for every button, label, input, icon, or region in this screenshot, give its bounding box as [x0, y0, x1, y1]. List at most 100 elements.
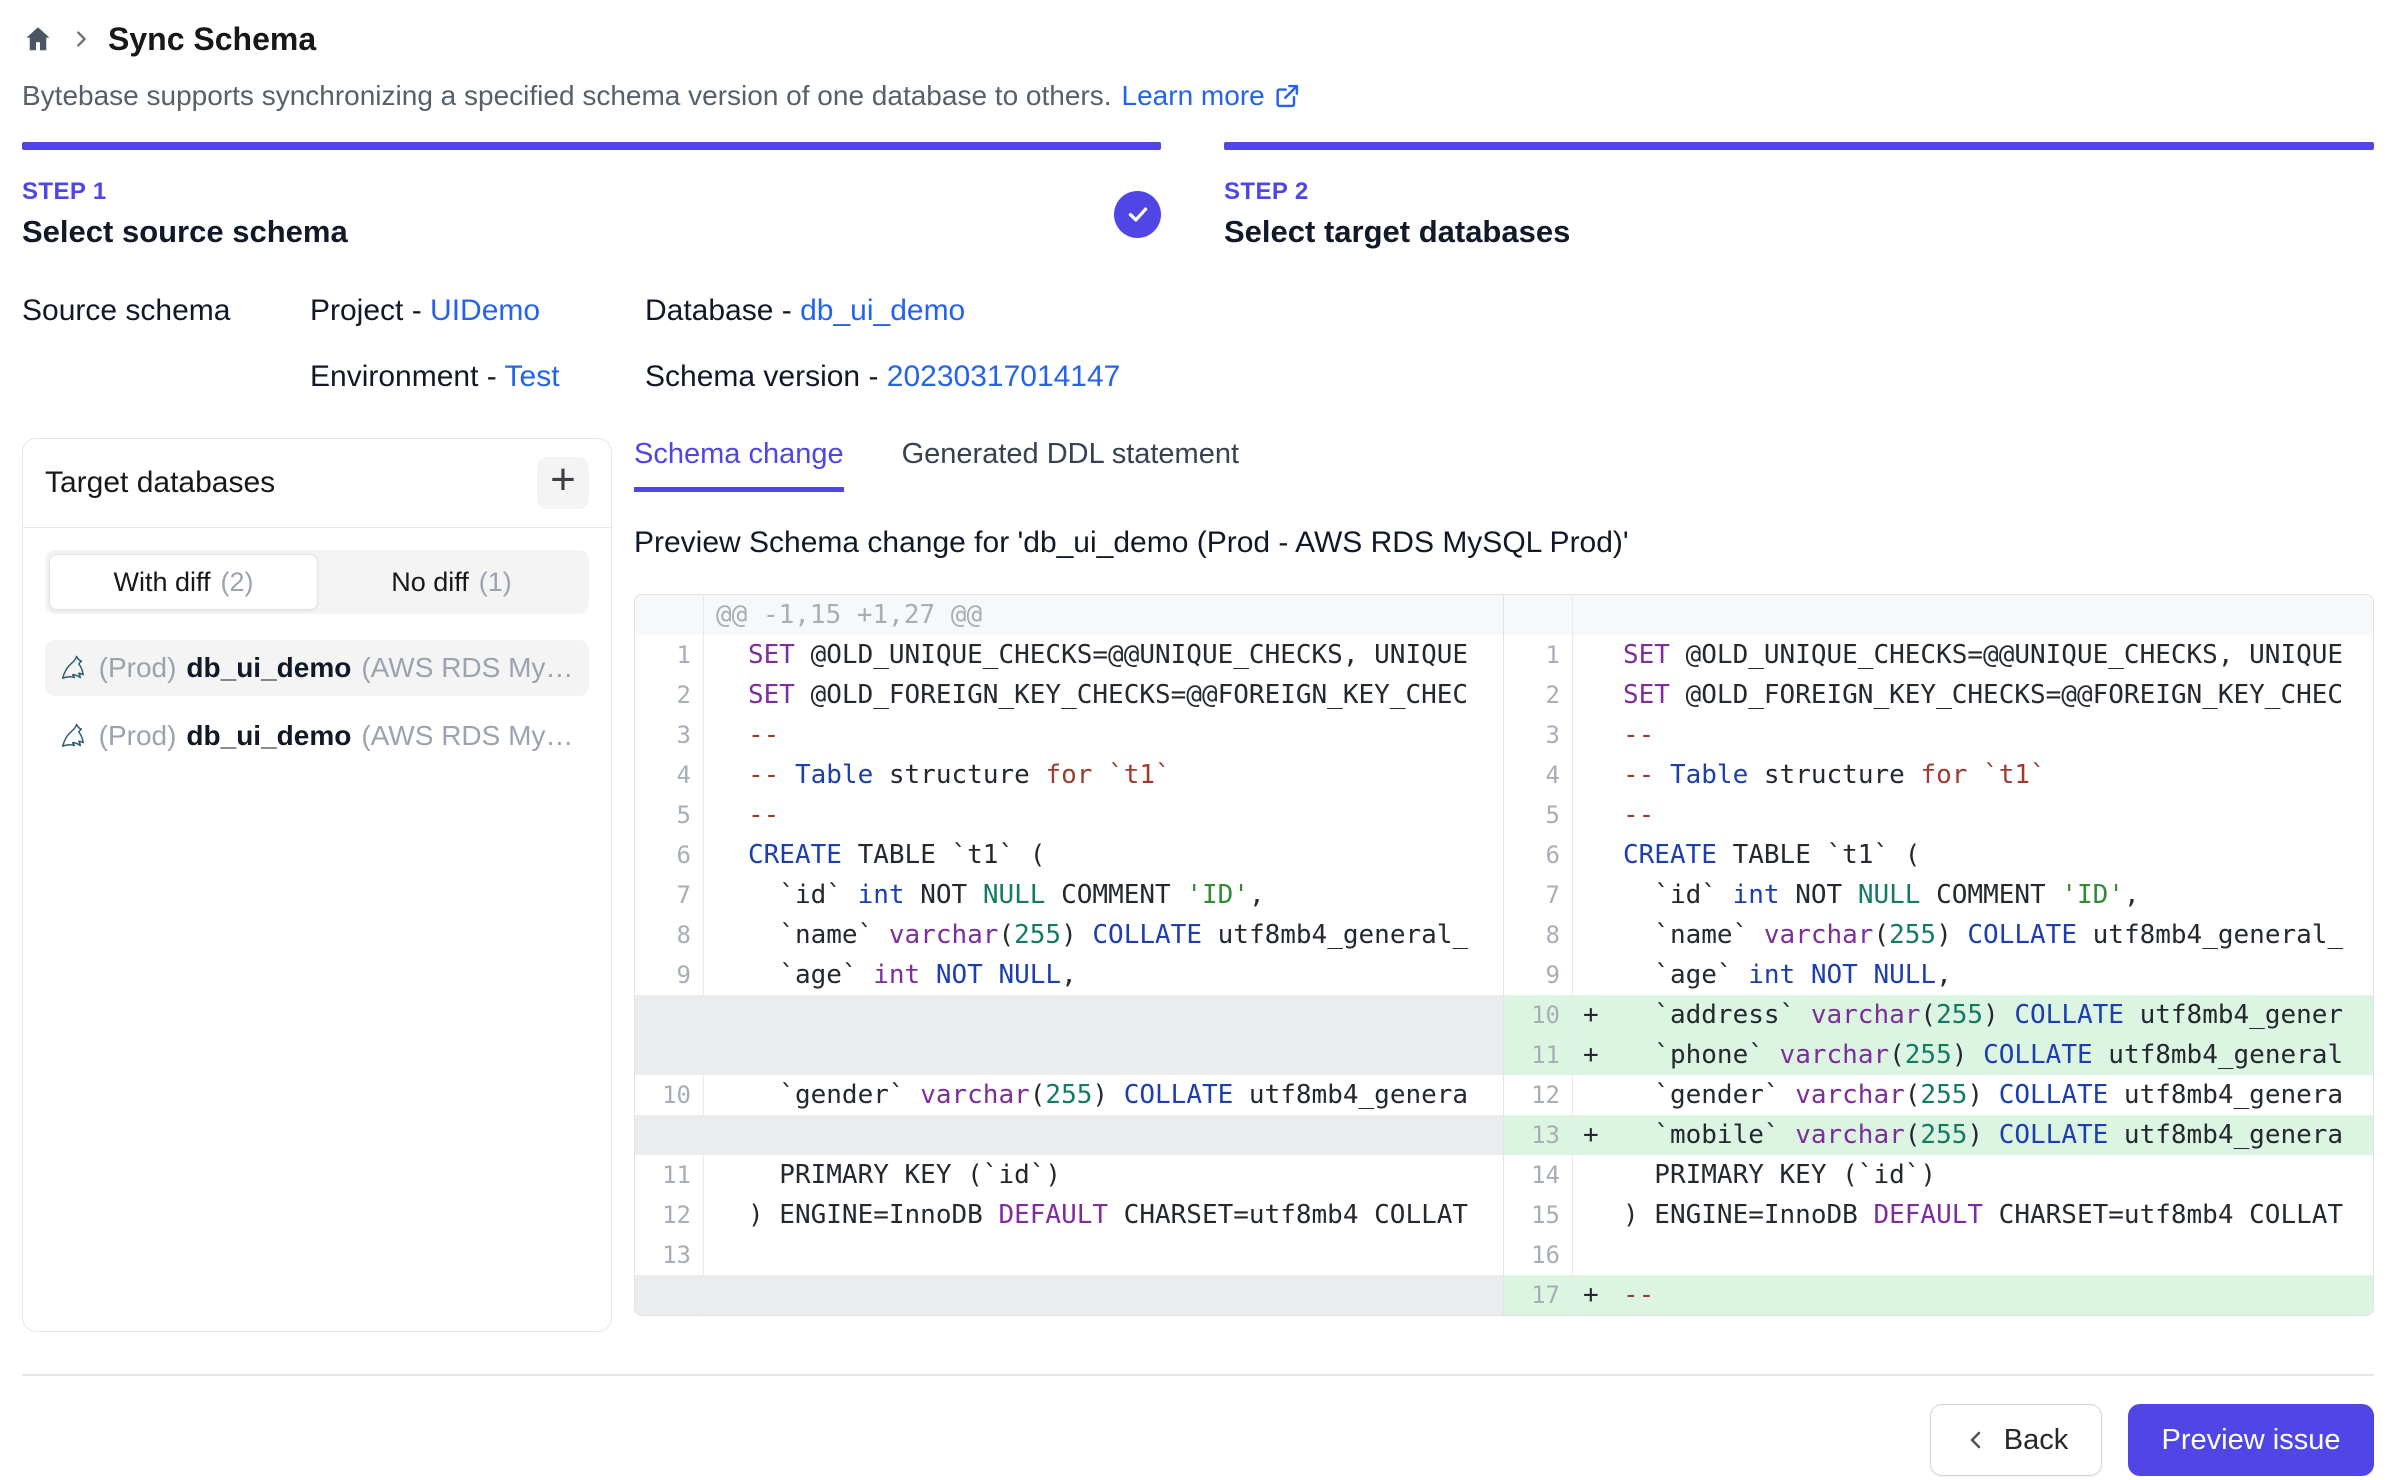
diff-code-row: 7 `id` int NOT NULL COMMENT 'ID', — [635, 875, 1503, 915]
environment-link[interactable]: Test — [505, 360, 560, 393]
target-databases-panel: Target databases + With diff (2) No diff… — [22, 438, 612, 1332]
back-button[interactable]: Back — [1930, 1404, 2102, 1476]
diff-sign — [704, 1275, 748, 1315]
step-1: STEP 1 Select source schema — [22, 142, 1161, 250]
line-number: 7 — [1504, 875, 1573, 915]
line-number: 3 — [1504, 715, 1573, 755]
diff-sign — [1573, 675, 1623, 715]
diff-code-row: 10+ `address` varchar(255) COLLATE utf8m… — [1504, 995, 2373, 1035]
code-line: SET @OLD_FOREIGN_KEY_CHECKS=@@FOREIGN_KE… — [748, 675, 1503, 715]
line-number: 15 — [1504, 1195, 1573, 1235]
learn-more-link[interactable]: Learn more — [1122, 80, 1301, 112]
code-line: -- Table structure for `t1` — [1623, 755, 2373, 795]
line-number: 6 — [1504, 835, 1573, 875]
line-number: 3 — [635, 715, 704, 755]
no-diff-label: No diff — [391, 567, 469, 598]
code-line: -- Table structure for `t1` — [748, 755, 1503, 795]
project-link[interactable]: UIDemo — [430, 294, 540, 327]
step-1-label: STEP 1 — [22, 178, 348, 206]
diff-hunk-row — [1504, 595, 2373, 635]
step-2-label: STEP 2 — [1224, 178, 1570, 206]
step-1-progress-bar — [22, 142, 1161, 150]
diff-sign — [1573, 795, 1623, 835]
line-number: 2 — [635, 675, 704, 715]
database-list-item[interactable]: (Prod) db_ui_demo (AWS RDS MyS… — [45, 640, 589, 696]
diff-code-row: 4-- Table structure for `t1` — [1504, 755, 2373, 795]
line-number — [635, 1275, 704, 1315]
code-line — [748, 1235, 1503, 1275]
line-number: 10 — [1504, 995, 1573, 1035]
learn-more-label: Learn more — [1122, 80, 1265, 112]
preview-issue-button[interactable]: Preview issue — [2128, 1404, 2374, 1476]
target-databases-title: Target databases — [45, 466, 275, 500]
diff-code-row: 13 — [635, 1235, 1503, 1275]
line-number: 13 — [635, 1235, 704, 1275]
schema-preview-section: Schema change Generated DDL statement Pr… — [634, 438, 2374, 1316]
diff-sign — [1573, 715, 1623, 755]
diff-code-row: 5-- — [1504, 795, 2373, 835]
diff-code-row: 3-- — [1504, 715, 2373, 755]
code-line: `id` int NOT NULL COMMENT 'ID', — [1623, 875, 2373, 915]
diff-code-row: 8 `name` varchar(255) COLLATE utf8mb4_ge… — [1504, 915, 2373, 955]
diff-sign — [704, 1115, 748, 1155]
diff-code-row: 12 ) ENGINE=InnoDB DEFAULT CHARSET=utf8mb… — [635, 1195, 1503, 1235]
source-environment: Environment - Test — [310, 360, 645, 394]
diff-sign — [1573, 1075, 1623, 1115]
code-line: SET @OLD_UNIQUE_CHECKS=@@UNIQUE_CHECKS, … — [748, 635, 1503, 675]
diff-sign — [704, 915, 748, 955]
tab-schema-change[interactable]: Schema change — [634, 438, 844, 492]
diff-sign — [704, 795, 748, 835]
add-target-database-button[interactable]: + — [537, 457, 589, 509]
preview-issue-label: Preview issue — [2162, 1424, 2341, 1457]
chevron-right-icon — [70, 28, 92, 50]
diff-sign: + — [1573, 1115, 1623, 1155]
hunk-header-text — [1573, 595, 2373, 635]
diff-sign — [704, 1075, 748, 1115]
line-number: 5 — [635, 795, 704, 835]
dash-separator: - — [403, 294, 430, 327]
code-line: `age` int NOT NULL, — [1623, 955, 2373, 995]
diff-code-row: 7 `id` int NOT NULL COMMENT 'ID', — [1504, 875, 2373, 915]
schema-version-link[interactable]: 20230317014147 — [887, 360, 1121, 393]
diff-sign — [1573, 1195, 1623, 1235]
step-2-progress-bar — [1224, 142, 2374, 150]
code-line: ) ENGINE=InnoDB DEFAULT CHARSET=utf8mb4 … — [748, 1195, 1503, 1235]
diff-sign — [704, 835, 748, 875]
with-diff-count: (2) — [221, 567, 254, 598]
tab-no-diff[interactable]: No diff (1) — [318, 554, 585, 610]
code-line: `gender` varchar(255) COLLATE utf8mb4_ge… — [748, 1075, 1503, 1115]
tab-generated-ddl[interactable]: Generated DDL statement — [902, 438, 1239, 492]
diff-sign — [1573, 1155, 1623, 1195]
line-number — [1504, 595, 1573, 635]
database-list-item[interactable]: (Prod) db_ui_demo (AWS RDS MyS… — [45, 708, 589, 764]
diff-sign: + — [1573, 1035, 1623, 1075]
tab-with-diff[interactable]: With diff (2) — [49, 554, 318, 610]
code-line: `name` varchar(255) COLLATE utf8mb4_gene… — [1623, 915, 2373, 955]
dash-separator: - — [478, 360, 504, 393]
line-number: 12 — [1504, 1075, 1573, 1115]
code-line: `address` varchar(255) COLLATE utf8mb4_g… — [1623, 995, 2373, 1035]
line-number: 12 — [635, 1195, 704, 1235]
code-line — [1623, 1235, 2373, 1275]
code-line: `mobile` varchar(255) COLLATE utf8mb4_ge… — [1623, 1115, 2373, 1155]
diff-sign — [704, 675, 748, 715]
line-number — [635, 1035, 704, 1075]
database-link[interactable]: db_ui_demo — [800, 294, 965, 327]
diff-sign — [704, 755, 748, 795]
target-database-list: (Prod) db_ui_demo (AWS RDS MyS… (Prod) d… — [45, 640, 589, 764]
line-number: 10 — [635, 1075, 704, 1115]
description-text: Bytebase supports synchronizing a specif… — [22, 80, 1112, 112]
line-number: 11 — [1504, 1035, 1573, 1075]
line-number: 16 — [1504, 1235, 1573, 1275]
diff-filler-row — [635, 1275, 1503, 1315]
code-line: PRIMARY KEY (`id`) — [748, 1155, 1503, 1195]
diff-code-row: 12 `gender` varchar(255) COLLATE utf8mb4… — [1504, 1075, 2373, 1115]
step-2: STEP 2 Select target databases — [1224, 142, 2374, 250]
line-number: 9 — [635, 955, 704, 995]
code-line: `gender` varchar(255) COLLATE utf8mb4_ge… — [1623, 1075, 2373, 1115]
diff-code-row: 17+-- — [1504, 1275, 2373, 1315]
diff-sign — [1573, 755, 1623, 795]
step-1-completed-check-icon — [1114, 191, 1161, 238]
home-icon[interactable] — [22, 23, 54, 55]
database-field-name: Database — [645, 294, 773, 327]
